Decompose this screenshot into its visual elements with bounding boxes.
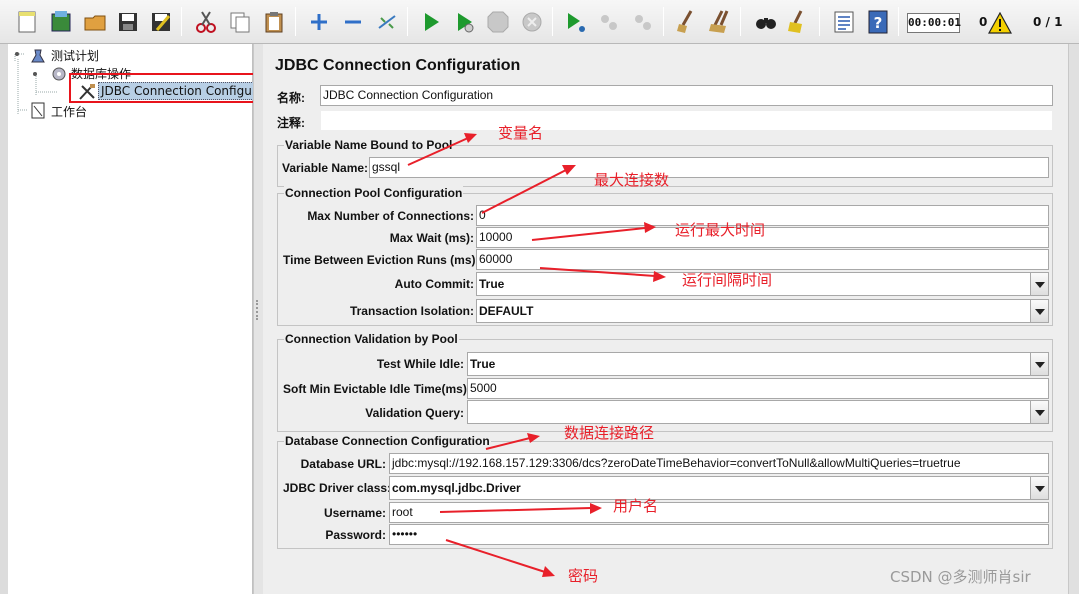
variable-name-label: Variable Name: [282,161,369,175]
soft-min-input[interactable]: 5000 [467,378,1049,399]
left-edge [0,44,8,594]
group-title: Connection Validation by Pool [284,332,459,346]
elapsed-timer: 00:00:01 [907,13,961,33]
test-idle-label: Test While Idle: [376,357,464,371]
group-title: Database Connection Configuration [284,434,491,448]
comment-label: 注释: [277,116,305,130]
svg-text:?: ? [874,14,883,32]
comment-input[interactable] [320,110,1053,131]
chevron-down-icon[interactable] [1030,300,1048,322]
validation-query-select[interactable] [467,400,1049,424]
name-input[interactable]: JDBC Connection Configuration [320,85,1053,106]
test-idle-value: True [470,357,496,371]
annotation-run-interval: 运行间隔时间 [682,271,773,289]
password-input[interactable]: •••••• [389,524,1049,545]
auto-commit-value: True [479,277,505,291]
annotation-variable-name: 变量名 [498,124,544,142]
max-wait-label: Max Wait (ms): [389,231,474,245]
annotation-db-url: 数据连接路径 [564,424,655,442]
expand-all-icon[interactable] [304,7,332,35]
username-label: Username: [323,506,386,520]
new-icon[interactable] [12,7,40,35]
soft-min-label: Soft Min Evictable Idle Time(ms): [283,382,471,396]
reset-search-icon[interactable] [784,7,812,35]
start-icon[interactable] [416,7,444,35]
name-label: 名称: [277,91,305,105]
right-edge [1068,44,1079,594]
toggle-icon[interactable] [372,7,400,35]
auto-commit-label: Auto Commit: [394,277,474,291]
isolation-label: Transaction Isolation: [349,304,474,318]
tree-item-test-plan[interactable]: 测试计划 [51,47,99,64]
splitter-handle[interactable] [256,300,260,320]
save-as-icon[interactable] [146,7,174,35]
chevron-down-icon[interactable] [1030,401,1048,423]
annotation-max-connections: 最大连接数 [594,171,670,189]
shutdown-icon[interactable] [517,7,545,35]
annotation-username: 用户名 [613,497,659,515]
chevron-down-icon[interactable] [1030,273,1048,295]
eviction-label: Time Between Eviction Runs (ms): [283,253,480,267]
username-input[interactable]: root [389,502,1049,523]
paste-icon[interactable] [259,7,287,35]
driver-select[interactable]: com.mysql.jdbc.Driver [389,476,1049,500]
tree-toggle-icon[interactable] [30,68,46,84]
collapse-all-icon[interactable] [338,7,366,35]
watermark: CSDN @多测师肖sir [890,568,1031,586]
password-label: Password: [325,528,386,542]
isolation-value: DEFAULT [479,304,534,318]
test-plan-tree: 测试计划 数据库操作 JDBC Connection Configurati 工… [8,44,260,594]
page-title: JDBC Connection Configuration [275,57,521,74]
annotation-password: 密码 [568,567,599,585]
test-idle-select[interactable]: True [467,352,1049,376]
start-no-pauses-icon[interactable] [449,7,477,35]
error-count: 0 [979,15,988,29]
workbench-icon [30,102,46,119]
eviction-input[interactable]: 60000 [476,249,1049,270]
db-url-input[interactable]: jdbc:mysql://192.168.157.129:3306/dcs?ze… [389,453,1049,474]
open-icon[interactable] [80,7,108,35]
clear-icon[interactable] [672,7,700,35]
highlight-box [69,73,266,103]
remote-shutdown-icon[interactable] [628,7,656,35]
templates-icon[interactable] [46,7,74,35]
driver-value: com.mysql.jdbc.Driver [392,481,521,495]
annotation-max-run-time: 运行最大时间 [675,221,766,239]
tree-item-workbench[interactable]: 工作台 [51,103,87,120]
toolbar: ? 00:00:01 0 0 / 1 [0,0,1079,44]
warning-icon[interactable] [988,12,1012,34]
search-icon[interactable] [751,7,779,35]
db-url-label: Database URL: [300,457,386,471]
remote-stop-icon[interactable] [594,7,622,35]
driver-label: JDBC Driver class: [283,481,392,495]
save-icon[interactable] [113,7,141,35]
active-threads-count: 0 / 1 [1033,15,1063,29]
group-title: Variable Name Bound to Pool [284,138,454,152]
chevron-down-icon[interactable] [1030,477,1048,499]
help-icon[interactable]: ? [863,7,891,35]
test-plan-icon [30,48,46,64]
isolation-select[interactable]: DEFAULT [476,299,1049,323]
remote-start-icon[interactable] [561,7,589,35]
thread-group-gear-icon [50,65,66,81]
variable-name-input[interactable]: gssql [369,157,1049,178]
config-panel: JDBC Connection Configuration 名称: JDBC C… [263,44,1068,594]
function-helper-icon[interactable] [829,7,857,35]
chevron-down-icon[interactable] [1030,353,1048,375]
copy-icon[interactable] [225,7,253,35]
validation-query-label: Validation Query: [365,406,464,420]
clear-all-icon[interactable] [705,7,733,35]
max-connections-label: Max Number of Connections: [307,209,474,223]
cut-icon[interactable] [191,7,219,35]
group-title: Connection Pool Configuration [284,186,464,200]
tree-toggle-icon[interactable] [12,48,28,64]
stop-icon[interactable] [483,7,511,35]
